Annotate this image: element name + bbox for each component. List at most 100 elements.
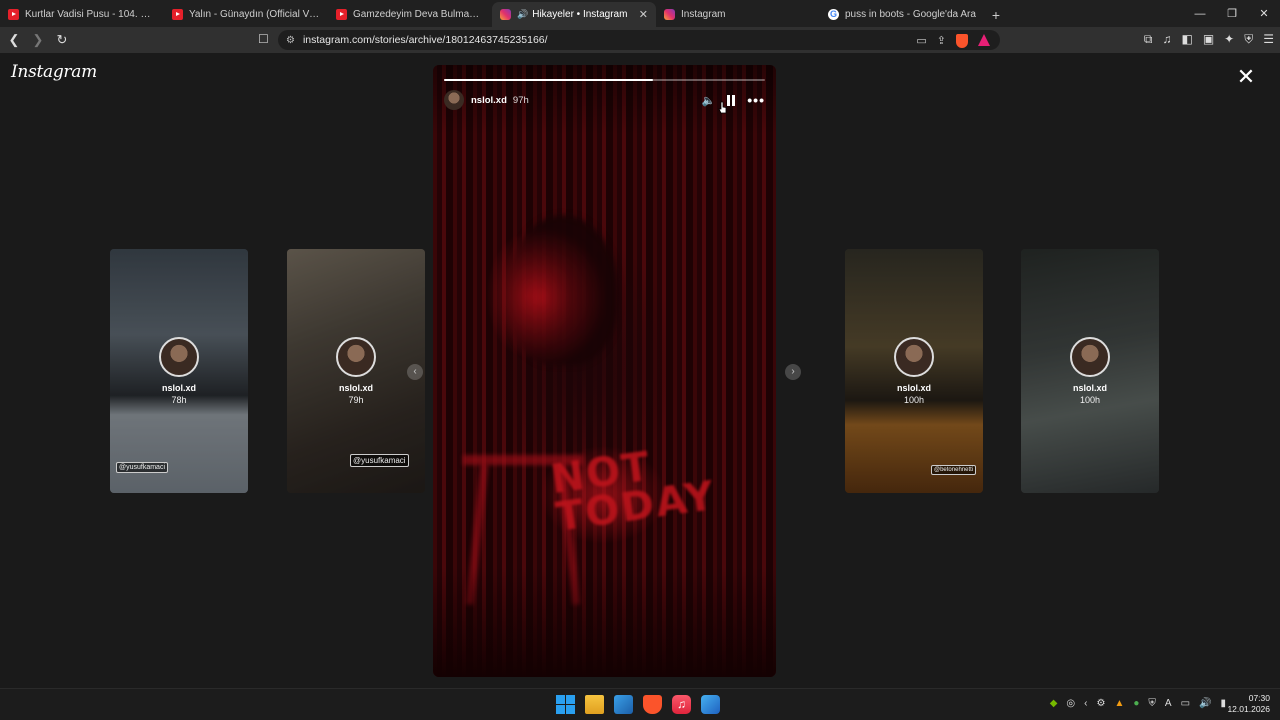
- tab-close-icon[interactable]: ✕: [639, 8, 648, 21]
- apple-music-icon[interactable]: ♫: [672, 695, 691, 714]
- vpn-icon[interactable]: ⛨: [1244, 32, 1253, 47]
- battery-icon[interactable]: ▮: [1220, 698, 1226, 709]
- clock-date: 12.01.2026: [1227, 704, 1270, 714]
- clock[interactable]: 07:30 12.01.2026: [1227, 693, 1270, 715]
- brave-shield-icon[interactable]: [956, 34, 968, 48]
- new-tab-button[interactable]: +: [984, 2, 1008, 27]
- window-controls: — ❐ ✕: [1184, 0, 1280, 27]
- avatar: [1070, 337, 1110, 377]
- youtube-icon: [8, 9, 19, 20]
- thumbnail-username: nslol.xd: [896, 383, 931, 393]
- browser-tools: ⧉ ♫ ◧ ▣ ✦ ⛨ ☰: [1144, 32, 1274, 47]
- instagram-logo[interactable]: Instagram: [11, 62, 97, 82]
- windows-taskbar: ♫ ◆ ◎ ‹ ⚙ ▲ ● ⛨ A ▭ 🔊 ▮ 07:30 12.01.2026: [0, 688, 1280, 720]
- thumbnail-username: nslol.xd: [1072, 383, 1107, 393]
- cast-icon[interactable]: ▭: [916, 34, 926, 48]
- brave-rewards-icon[interactable]: [978, 34, 990, 46]
- youtube-icon: [336, 9, 347, 20]
- thumbnail-username: nslol.xd: [161, 383, 196, 393]
- story-thumbnail[interactable]: nslol.xd 100h: [1021, 249, 1159, 493]
- story-controls: 🔈 •••: [702, 92, 765, 108]
- story-thumbnail[interactable]: nslol.xd 100h @betonehnetti: [845, 249, 983, 493]
- youtube-icon: [172, 9, 183, 20]
- screenshot-icon[interactable]: ⧉: [1144, 32, 1153, 47]
- tab-instagram[interactable]: Instagram: [656, 2, 820, 27]
- share-icon[interactable]: ⇪: [937, 34, 946, 48]
- tab-strip: Kurtlar Vadisi Pusu - 104. Bölüm FULL Ya…: [0, 0, 1280, 27]
- clock-time: 07:30: [1248, 693, 1270, 703]
- file-explorer-icon[interactable]: [585, 695, 604, 714]
- leo-ai-icon[interactable]: ✦: [1224, 32, 1234, 47]
- settings-icon[interactable]: ⚙: [1096, 698, 1105, 709]
- instagram-icon: [664, 9, 675, 20]
- instagram-icon: [500, 9, 511, 20]
- tab-label: Gamzedeyim Deva Bulmam - YouTube: [353, 9, 484, 20]
- mention-tag: @betonehnetti: [931, 465, 977, 475]
- story-viewer: Instagram ✕ nslol.xd 78h @yusufkamaci ns…: [0, 53, 1280, 688]
- bookmark-icon[interactable]: ☐: [258, 32, 269, 46]
- close-story-button[interactable]: ✕: [1236, 66, 1256, 88]
- story-progress-bar: [444, 79, 765, 81]
- close-window-button[interactable]: ✕: [1248, 0, 1280, 27]
- story-username[interactable]: nslol.xd: [471, 95, 507, 106]
- start-button[interactable]: [556, 695, 575, 714]
- tray-green-icon[interactable]: ●: [1133, 698, 1139, 709]
- thumbnail-username: nslol.xd: [338, 383, 373, 393]
- address-bar[interactable]: ⚙ instagram.com/stories/archive/18012463…: [278, 30, 1000, 50]
- site-settings-icon[interactable]: ⚙: [286, 35, 295, 46]
- tab-gamzedeyim[interactable]: Gamzedeyim Deva Bulmam - YouTube: [328, 2, 492, 27]
- thumbnail-time: 100h: [903, 395, 925, 405]
- volume-icon[interactable]: 🔈: [702, 94, 716, 107]
- toolbar: ❮ ❯ ↻ ☐ ⚙ instagram.com/stories/archive/…: [0, 27, 1280, 53]
- mention-tag: @yusufkamaci: [116, 462, 169, 473]
- thumbnail-time: 78h: [171, 395, 187, 405]
- tab-yalin-gunaydin[interactable]: Yalın - Günaydın (Official Video) - YouT…: [164, 2, 328, 27]
- mouse-cursor: [718, 101, 727, 114]
- tab-kurtlar-vadisi[interactable]: Kurtlar Vadisi Pusu - 104. Bölüm FULL: [0, 2, 164, 27]
- media-icon[interactable]: ♫: [1162, 32, 1171, 47]
- tab-label: puss in boots - Google'da Ara: [845, 9, 976, 20]
- tab-label: Kurtlar Vadisi Pusu - 104. Bölüm FULL: [25, 9, 156, 20]
- menu-icon[interactable]: ☰: [1263, 32, 1274, 47]
- story-thumbnail[interactable]: nslol.xd 79h @yusufkamaci: [287, 249, 425, 493]
- story-time: 97h: [512, 94, 529, 106]
- steam-icon[interactable]: ◎: [1066, 698, 1075, 709]
- avatar: [159, 337, 199, 377]
- network-icon[interactable]: ▭: [1181, 698, 1190, 709]
- google-icon: G: [828, 9, 839, 20]
- tray-orange-icon[interactable]: ▲: [1114, 698, 1124, 709]
- tray-app-icon[interactable]: ‹: [1084, 698, 1087, 709]
- pause-icon[interactable]: [727, 94, 736, 106]
- tab-google-search[interactable]: G puss in boots - Google'da Ara: [820, 2, 984, 27]
- language-icon[interactable]: A: [1165, 698, 1172, 709]
- wallet-icon[interactable]: ▣: [1203, 32, 1214, 47]
- previous-story-button[interactable]: ‹: [407, 364, 423, 380]
- speaker-icon[interactable]: 🔊: [517, 9, 528, 20]
- tab-hikayeler-instagram[interactable]: 🔊 Hikayeler • Instagram ✕: [492, 2, 656, 27]
- thumbnail-time: 79h: [348, 395, 364, 405]
- url-actions: ▭ ⇪: [916, 34, 990, 48]
- snipping-tool-icon[interactable]: [701, 695, 720, 714]
- sidebar-icon[interactable]: ◧: [1181, 32, 1192, 47]
- more-options-icon[interactable]: •••: [747, 92, 765, 108]
- restore-button[interactable]: ❐: [1216, 0, 1248, 27]
- system-tray: ◆ ◎ ‹ ⚙ ▲ ● ⛨ A ▭ 🔊 ▮: [1050, 698, 1226, 709]
- story-thumbnail[interactable]: nslol.xd 78h @yusufkamaci: [110, 249, 248, 493]
- tab-label: Instagram: [681, 9, 726, 20]
- forward-button[interactable]: ❯: [28, 30, 48, 50]
- nvidia-icon[interactable]: ◆: [1050, 698, 1058, 709]
- next-story-button[interactable]: ›: [785, 364, 801, 380]
- story-progress-fill: [444, 79, 653, 81]
- back-button[interactable]: ❮: [4, 30, 24, 50]
- photos-icon[interactable]: [614, 695, 633, 714]
- minimize-button[interactable]: —: [1184, 0, 1216, 27]
- brave-browser-icon[interactable]: [643, 695, 662, 714]
- tab-label: Hikayeler • Instagram: [532, 9, 628, 20]
- avatar: [336, 337, 376, 377]
- thumbnail-time: 100h: [1079, 395, 1101, 405]
- avatar[interactable]: [444, 90, 464, 110]
- volume-tray-icon[interactable]: 🔊: [1199, 698, 1211, 709]
- reload-button[interactable]: ↻: [52, 30, 72, 50]
- active-story[interactable]: NOT TODAY nslol.xd 97h 🔈 •••: [433, 65, 776, 677]
- defender-icon[interactable]: ⛨: [1148, 698, 1156, 709]
